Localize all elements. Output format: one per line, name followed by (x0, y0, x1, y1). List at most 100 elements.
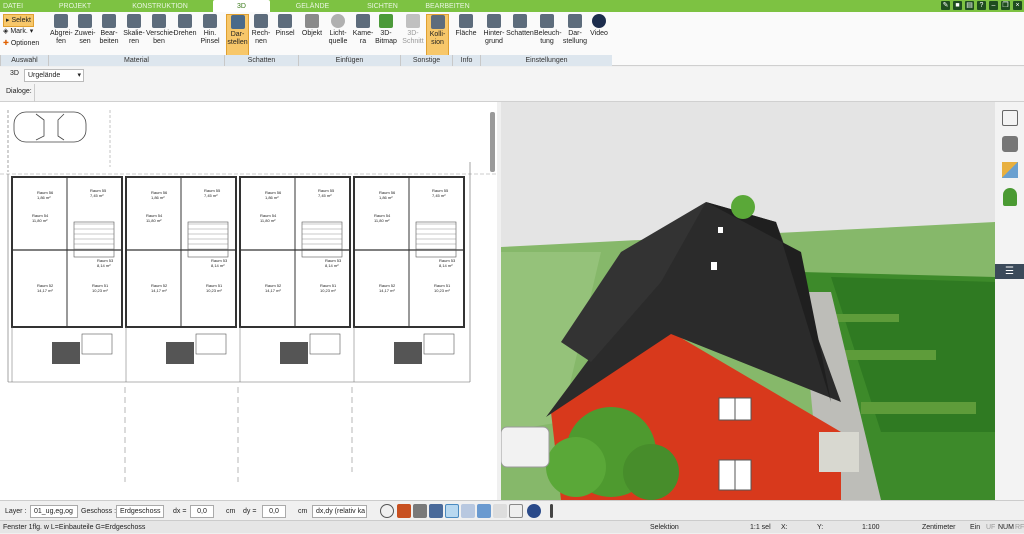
paint-icon (278, 14, 292, 28)
stamp-icon[interactable] (429, 504, 443, 518)
layers-icon[interactable] (1002, 110, 1018, 126)
dy-input[interactable]: 0,0 (262, 505, 286, 518)
button-skalieren[interactable]: Skalie- ren (122, 14, 146, 56)
button-darstellung[interactable]: Dar- stellung (562, 14, 588, 56)
snap-line-icon[interactable] (445, 504, 459, 518)
button-kamera[interactable]: Kame- ra (352, 14, 374, 56)
button-video[interactable]: Video (588, 14, 610, 56)
north-icon[interactable] (527, 504, 541, 518)
button-objekt[interactable]: Objekt (300, 14, 324, 56)
room-area: 11,80 m² (260, 218, 276, 223)
group-auswahl: Auswahl (0, 55, 48, 66)
coordinate-mode-select[interactable]: dx,dy (relativ ka (312, 505, 367, 518)
snap-point-icon[interactable] (477, 504, 491, 518)
car (501, 426, 550, 468)
camera-icon (356, 14, 370, 28)
room-area: 11,80 m² (374, 218, 390, 223)
print-icon[interactable]: ▤ (965, 1, 974, 10)
button-flaeche[interactable]: Fläche (454, 14, 478, 56)
button-pinsel[interactable]: Pinsel (274, 14, 296, 56)
ribbon: ▸ Selekt ◈ Mark. ▾ ✚ Optionen Abgrei- fe… (0, 12, 1024, 66)
button-kollision[interactable]: Kolli- sion (426, 14, 449, 56)
3d-view[interactable] (501, 102, 995, 500)
pen-icon[interactable]: ✎ (941, 1, 950, 10)
room-area: 11,80 m² (32, 218, 48, 223)
button-verschieben[interactable]: Verschie- ben (146, 14, 175, 56)
brush-icon (203, 14, 217, 28)
floor-plan-view[interactable]: Raum 56 1,86 m² Raum 55 7,45 m² Raum 54 11,80… (0, 102, 497, 500)
status-y: Y: (817, 524, 824, 531)
button-bearbeiten[interactable]: Bear- beiten (98, 14, 120, 56)
room-area: 8,14 m² (97, 263, 111, 268)
button-abgreifen[interactable]: Abgrei- fen (50, 14, 73, 56)
dx-input[interactable]: 0,0 (190, 505, 214, 518)
button-hintergrund[interactable]: Hinter- grund (481, 14, 507, 56)
room-area: 10,23 m² (206, 288, 222, 293)
snap-curve-icon[interactable] (461, 504, 475, 518)
section-icon (406, 14, 420, 28)
room-area: 1,86 m² (265, 195, 279, 200)
materials-icon[interactable] (1002, 162, 1018, 178)
tab-bearbeiten[interactable]: BEARBEITEN (420, 1, 475, 12)
button-beleuchtung[interactable]: Beleuch- tung (534, 14, 562, 56)
room-area: 11,80 m² (146, 218, 162, 223)
view-toolbar: 3D Urgelände ▾ (0, 67, 1024, 84)
button-3d-bitmap[interactable]: 3D- Bitmap (375, 14, 397, 56)
tab-konstruktion[interactable]: KONSTRUKTION (130, 1, 190, 12)
status-hint: Fenster 1flg. w L=Einbauteile G=Erdgesch… (3, 524, 146, 531)
tab-projekt[interactable]: PROJEKT (55, 1, 95, 12)
clock-icon[interactable] (380, 504, 394, 518)
tab-sichten[interactable]: SICHTEN (360, 1, 405, 12)
terrain-select[interactable]: Urgelände ▾ (24, 69, 84, 82)
status-num: NUM (998, 524, 1014, 531)
button-hin-pinsel[interactable]: Hin. Pinsel (199, 14, 221, 56)
bottom-toolbar: Layer : 01_ug,eg,og Geschoss : Erdgescho… (0, 500, 1024, 520)
close-icon[interactable]: × (1013, 1, 1022, 10)
chair-icon[interactable] (1002, 136, 1018, 152)
status-x: X: (781, 524, 788, 531)
render-icon (230, 15, 245, 29)
room-area: 8,14 m² (325, 263, 339, 268)
button-lichtquelle[interactable]: Licht- quelle (326, 14, 350, 56)
pen-tool-icon[interactable] (413, 504, 427, 518)
layer-select[interactable]: 01_ug,eg,og (30, 505, 78, 518)
room-area: 8,14 m² (211, 263, 225, 268)
status-uf: UF (986, 524, 996, 531)
dx-label: dx = (173, 508, 187, 515)
restore-icon[interactable]: ❐ (1001, 1, 1010, 10)
options-button[interactable]: ✚ Optionen (3, 38, 39, 49)
tree-icon[interactable] (1003, 188, 1017, 206)
room-area: 10,23 m² (434, 288, 450, 293)
layer-label: Layer : (5, 508, 27, 515)
button-schatten[interactable]: Schatten (506, 14, 534, 56)
tab-datei[interactable]: DATEI (2, 1, 24, 12)
save-icon[interactable]: ■ (953, 1, 962, 10)
snap-grid-icon[interactable] (493, 504, 507, 518)
room-area: 8,14 m² (439, 263, 453, 268)
vertical-scrollbar-thumb (490, 112, 495, 172)
edit-icon (102, 14, 116, 28)
help-icon[interactable]: ? (977, 1, 986, 10)
group-schatten: Schatten (224, 55, 298, 66)
house-light-icon (540, 14, 554, 28)
side-panel: ☰ (995, 102, 1024, 500)
move-icon (152, 14, 166, 28)
grid-icon[interactable] (509, 504, 523, 518)
separator-icon (550, 504, 553, 518)
status-mode: Selektion (650, 524, 679, 531)
button-zuweisen[interactable]: Zuwei- sen (74, 14, 96, 56)
room-area: 1,86 m² (37, 195, 51, 200)
button-3d-schnitt[interactable]: 3D- Schnitt (402, 14, 424, 56)
screen-icon[interactable] (397, 504, 411, 518)
floor-label: Geschoss : (81, 508, 117, 515)
button-drehen[interactable]: Drehen (173, 14, 197, 56)
tab-gelaende[interactable]: GELÄNDE (290, 1, 335, 12)
button-rechnen[interactable]: Rech- nen (250, 14, 272, 56)
3d-render (501, 102, 995, 500)
minimize-icon[interactable]: – (989, 1, 998, 10)
group-sonstige: Sonstige (400, 55, 452, 66)
mark-button[interactable]: ◈ Mark. ▾ (3, 26, 33, 37)
menu-icon[interactable]: ☰ (995, 264, 1024, 279)
button-darstellen[interactable]: Dar- stellen (226, 14, 249, 56)
floor-select[interactable]: Erdgeschoss (116, 505, 164, 518)
